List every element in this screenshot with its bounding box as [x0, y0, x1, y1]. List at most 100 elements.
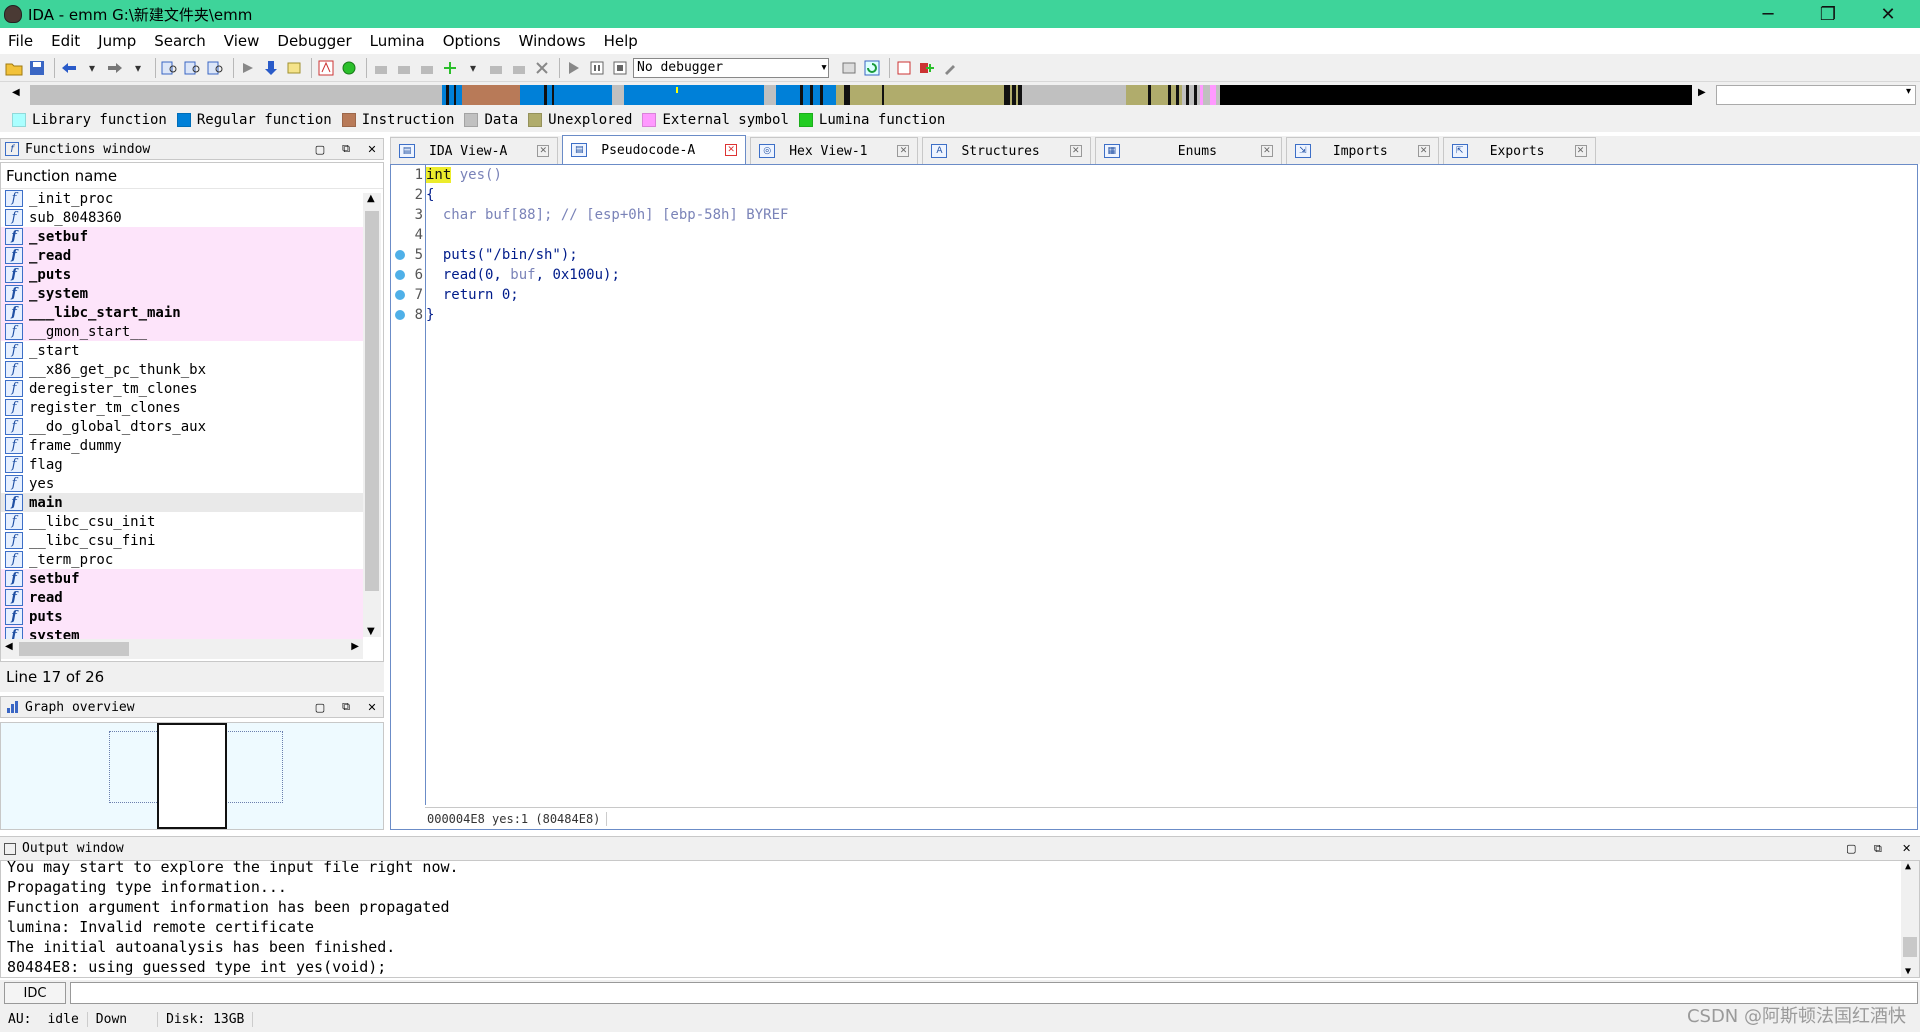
- float-pane-icon[interactable]: ▢: [311, 141, 329, 157]
- code-line[interactable]: int yes(): [426, 165, 1917, 185]
- menu-jump[interactable]: Jump: [90, 32, 144, 50]
- code-text[interactable]: yes(): [451, 167, 502, 183]
- function-list-item[interactable]: f __libc_csu_fini: [1, 531, 363, 550]
- function-name-column-header[interactable]: Function name: [1, 163, 383, 189]
- play-icon[interactable]: [564, 58, 584, 78]
- tab-ida-view-a[interactable]: ▤ IDA View-A ✕: [390, 137, 559, 164]
- function-list-item[interactable]: f _start: [1, 341, 363, 360]
- search-binary-icon[interactable]: [160, 58, 180, 78]
- menu-view[interactable]: View: [216, 32, 268, 50]
- tab-enums[interactable]: ▦ Enums ✕: [1094, 137, 1282, 164]
- scroll-right-icon[interactable]: ▶: [351, 641, 359, 652]
- float-pane-icon[interactable]: ▢: [311, 699, 329, 715]
- green-status-icon[interactable]: [339, 58, 359, 78]
- graph-tool-icon[interactable]: [509, 58, 529, 78]
- code-line[interactable]: return 0;: [426, 285, 1917, 305]
- function-list-item[interactable]: f _puts: [1, 265, 363, 284]
- navigation-bar[interactable]: [30, 85, 1692, 105]
- forward-arrow-icon[interactable]: [105, 58, 125, 78]
- graph-overview-viewport[interactable]: [157, 723, 227, 829]
- command-input[interactable]: [70, 982, 1918, 1004]
- nav-right-arrow-icon[interactable]: ▶: [1698, 87, 1706, 98]
- graph-tool-icon[interactable]: [417, 58, 437, 78]
- function-list-item[interactable]: f read: [1, 588, 363, 607]
- function-list-item[interactable]: f __libc_csu_init: [1, 512, 363, 531]
- scroll-thumb[interactable]: [1903, 937, 1917, 957]
- scroll-up-icon[interactable]: ▲: [1905, 861, 1911, 872]
- code-text[interactable]: puts("/bin/sh");: [426, 247, 578, 263]
- dock-pane-icon[interactable]: ⧉: [337, 141, 355, 157]
- stop-icon[interactable]: [610, 58, 630, 78]
- code-text[interactable]: return 0;: [426, 287, 519, 303]
- dock-pane-icon[interactable]: ⧉: [337, 699, 355, 715]
- menu-debugger[interactable]: Debugger: [269, 32, 359, 50]
- scroll-thumb[interactable]: [19, 642, 129, 656]
- code-line[interactable]: {: [426, 185, 1917, 205]
- close-tab-icon[interactable]: ✕: [1260, 145, 1273, 157]
- breakpoint-dot-icon[interactable]: [395, 310, 405, 320]
- add-node-icon[interactable]: [440, 58, 460, 78]
- code-variable[interactable]: buf: [510, 267, 535, 283]
- code-line[interactable]: }: [426, 305, 1917, 325]
- close-pane-icon[interactable]: ✕: [1902, 842, 1911, 855]
- close-pane-icon[interactable]: ✕: [363, 699, 381, 715]
- function-list-item[interactable]: f ___libc_start_main: [1, 303, 363, 322]
- output-scrollbar[interactable]: ▲ ▼: [1901, 861, 1919, 977]
- close-window-button[interactable]: ✕: [1860, 0, 1916, 28]
- breakpoint-dot-icon[interactable]: [395, 270, 405, 280]
- close-tab-icon[interactable]: ✕: [1417, 145, 1430, 157]
- function-list-item[interactable]: f main: [1, 493, 363, 512]
- scroll-thumb[interactable]: [365, 211, 379, 591]
- close-tab-icon[interactable]: ✕: [725, 144, 738, 156]
- search-text-icon[interactable]: [183, 58, 203, 78]
- function-list-item[interactable]: f register_tm_clones: [1, 398, 363, 417]
- restore-button[interactable]: ❐: [1800, 0, 1856, 28]
- functions-horizontal-scrollbar[interactable]: ◀ ▶: [1, 639, 363, 659]
- save-icon[interactable]: [27, 58, 47, 78]
- breakpoint-dot-icon[interactable]: [395, 250, 405, 260]
- scroll-down-icon[interactable]: ▼: [367, 626, 375, 637]
- functions-vertical-scrollbar[interactable]: ▲ ▼: [363, 193, 381, 637]
- function-list-item[interactable]: f _setbuf: [1, 227, 363, 246]
- tab-exports[interactable]: ⇱ Exports ✕: [1442, 137, 1596, 164]
- function-list-item[interactable]: f __gmon_start__: [1, 322, 363, 341]
- jump-down-icon[interactable]: [261, 58, 281, 78]
- function-list-item[interactable]: f puts: [1, 607, 363, 626]
- code-area[interactable]: int yes() { char buf[88]; // [esp+0h] [e…: [425, 165, 1917, 805]
- scroll-left-icon[interactable]: ◀: [5, 641, 13, 652]
- graph-tool-icon[interactable]: [394, 58, 414, 78]
- menu-lumina[interactable]: Lumina: [362, 32, 433, 50]
- tab-hex-view-1[interactable]: ◎ Hex View-1 ✕: [750, 137, 919, 164]
- refresh-icon[interactable]: [862, 58, 882, 78]
- code-text[interactable]: , 0x100u);: [536, 267, 620, 283]
- function-list-item[interactable]: f setbuf: [1, 569, 363, 588]
- function-list-item[interactable]: f __x86_get_pc_thunk_bx: [1, 360, 363, 379]
- close-tab-icon[interactable]: ✕: [537, 145, 550, 157]
- code-line[interactable]: char buf[88]; // [esp+0h] [ebp-58h] BYRE…: [426, 205, 1917, 225]
- menu-windows[interactable]: Windows: [511, 32, 594, 50]
- menu-options[interactable]: Options: [435, 32, 509, 50]
- function-list-item[interactable]: f sub_8048360: [1, 208, 363, 227]
- function-list-item[interactable]: f _read: [1, 246, 363, 265]
- menu-search[interactable]: Search: [146, 32, 214, 50]
- output-log[interactable]: You may start to explore the input file …: [0, 860, 1920, 978]
- back-arrow-icon[interactable]: [59, 58, 79, 78]
- jump-icon[interactable]: [238, 58, 258, 78]
- float-pane-icon[interactable]: ▢: [1846, 842, 1856, 855]
- function-list-item[interactable]: f deregister_tm_clones: [1, 379, 363, 398]
- breakpoint-list-icon[interactable]: [894, 58, 914, 78]
- close-pane-icon[interactable]: ✕: [363, 141, 381, 157]
- tab-imports[interactable]: ⇲ Imports ✕: [1285, 137, 1439, 164]
- code-text[interactable]: }: [426, 307, 434, 323]
- tools-icon[interactable]: [940, 58, 960, 78]
- graph-tool-icon[interactable]: [371, 58, 391, 78]
- address-dropdown[interactable]: ▾: [1716, 85, 1916, 105]
- debugger-select[interactable]: No debugger ▾: [633, 57, 829, 78]
- code-line[interactable]: [426, 225, 1917, 245]
- function-list-item[interactable]: f _system: [1, 284, 363, 303]
- script-language-button[interactable]: IDC: [4, 982, 66, 1004]
- close-tab-icon[interactable]: ✕: [897, 145, 910, 157]
- code-line[interactable]: puts("/bin/sh");: [426, 245, 1917, 265]
- close-tab-icon[interactable]: ✕: [1069, 145, 1082, 157]
- menu-edit[interactable]: Edit: [43, 32, 88, 50]
